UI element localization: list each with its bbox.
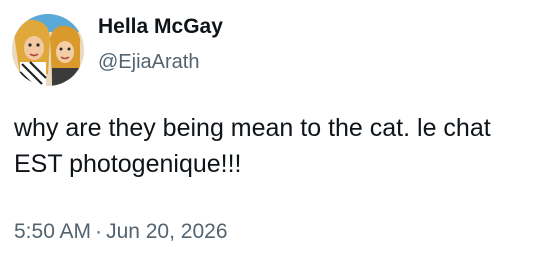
tweet-date[interactable]: Jun 20, 2026 (106, 220, 227, 243)
tweet-timestamp: 5:50 AM · Jun 20, 2026 (14, 218, 228, 246)
tweet-text: why are they being mean to the cat. le c… (14, 114, 491, 178)
tweet-card: Hella McGay @EjiaArath why are they bein… (0, 0, 538, 264)
tweet-time[interactable]: 5:50 AM (14, 220, 91, 243)
display-name[interactable]: Hella McGay (98, 14, 223, 40)
cartoon-characters-avatar-icon (12, 14, 84, 86)
meta-separator: · (95, 220, 103, 243)
avatar[interactable] (12, 14, 84, 86)
user-handle[interactable]: @EjiaArath (98, 49, 199, 75)
